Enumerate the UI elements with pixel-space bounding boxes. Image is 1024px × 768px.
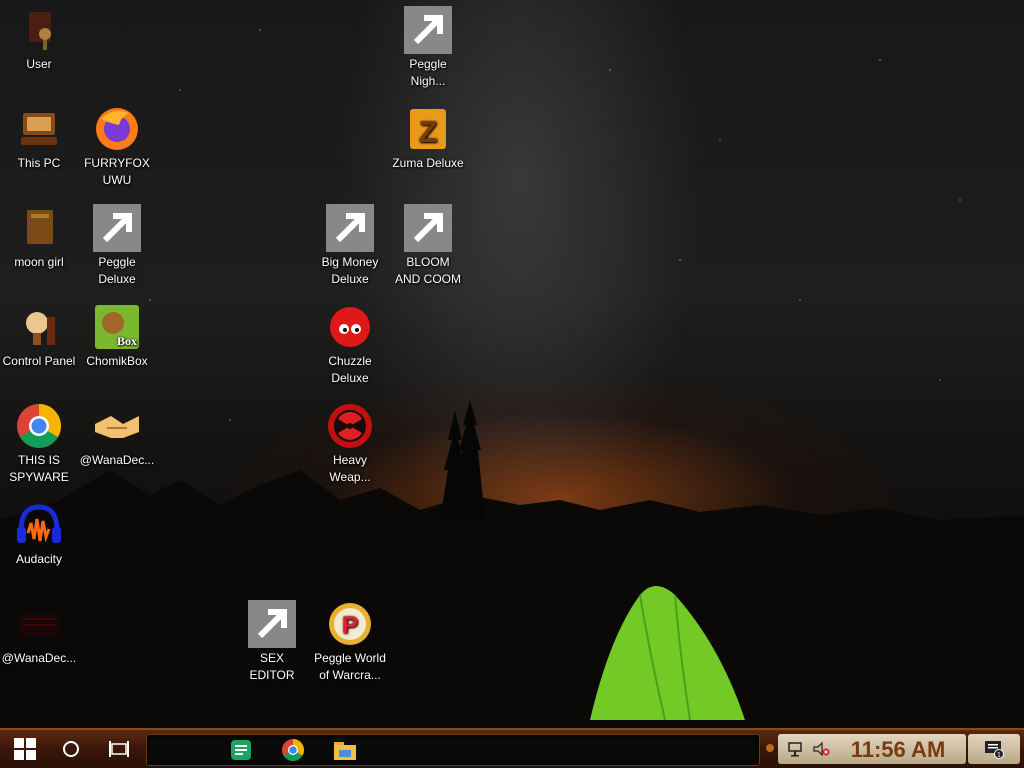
dark-file-icon: [15, 600, 63, 648]
desktop-icon-chomikbox[interactable]: Box ChomikBox: [78, 303, 156, 370]
desktop-icon-moon-girl[interactable]: moon girl: [0, 204, 78, 271]
tray-overflow-dot[interactable]: [766, 744, 774, 752]
taskbar-app-chrome[interactable]: [273, 735, 313, 765]
file-explorer-icon: [334, 742, 356, 760]
desktop-icon-zuma-deluxe[interactable]: Z Zuma Deluxe: [389, 105, 467, 172]
icon-label: BLOOM AND COOM: [395, 255, 461, 286]
desktop-icon-wanadec-1[interactable]: @WanaDec...: [78, 402, 156, 469]
svg-text:P: P: [342, 612, 358, 639]
start-button[interactable]: [2, 730, 48, 768]
icon-label: FURRYFOX UWU: [84, 156, 150, 187]
icon-label: moon girl: [14, 255, 64, 269]
shortcut-arrow-icon: [404, 6, 452, 54]
icon-label: Big Money Deluxe: [321, 255, 379, 286]
chrome-icon: [15, 402, 63, 450]
audacity-icon: [15, 501, 63, 549]
icon-label: @WanaDec...: [79, 453, 155, 467]
action-center-button[interactable]: 1: [968, 734, 1020, 764]
tent-image: [590, 586, 745, 721]
desktop-icon-this-pc[interactable]: This PC: [0, 105, 78, 172]
desktop-icon-peggle-world[interactable]: P Peggle World of Warcra...: [311, 600, 389, 684]
svg-text:Box: Box: [117, 334, 137, 348]
desktop-icon-user[interactable]: User: [0, 6, 78, 73]
desktop-icon-control-panel[interactable]: Control Panel: [0, 303, 78, 370]
desktop-icon-sex-editor[interactable]: HxD SEX EDITOR: [233, 600, 311, 684]
desktop-icon-heavy-weapon[interactable]: Heavy Weap...: [311, 402, 389, 486]
system-tray: 11:56 AM: [778, 734, 966, 764]
taskbar-app-sheets[interactable]: [221, 735, 261, 765]
desktop-icon-furryfox[interactable]: FURRYFOX UWU: [78, 105, 156, 189]
taskbar: 11:56 AM 1: [0, 728, 1024, 768]
desktop-icon-big-money[interactable]: $ Big Money Deluxe: [311, 204, 389, 288]
network-icon[interactable]: [788, 741, 806, 757]
desktop-icon-wanadec-2[interactable]: @WanaDec...: [0, 600, 78, 667]
task-view-button[interactable]: [96, 730, 142, 768]
icon-label: Chuzzle Deluxe: [328, 354, 372, 385]
desktop-icon-peggle-deluxe[interactable]: P Peggle Deluxe: [78, 204, 156, 288]
sheets-icon: [231, 740, 251, 760]
cortana-circle-icon: [63, 741, 79, 757]
control-panel-icon: [15, 303, 63, 351]
search-button[interactable]: [48, 730, 94, 768]
radiation-icon: [326, 402, 374, 450]
icon-label: ChomikBox: [86, 354, 148, 368]
computer-icon: [15, 105, 63, 153]
icon-label: Audacity: [15, 552, 63, 566]
folder-icon: [15, 204, 63, 252]
chomikbox-icon: Box: [93, 303, 141, 351]
svg-text:1: 1: [997, 752, 1001, 759]
hexed-editor-icon: HxD: [248, 600, 296, 648]
money-bag-icon: $: [326, 204, 374, 252]
user-folder-icon: [15, 6, 63, 54]
zuma-icon: Z: [404, 105, 452, 153]
icon-label: This PC: [17, 156, 61, 170]
peggle-nights-icon: P: [404, 6, 452, 54]
flower-icon: [404, 204, 452, 252]
taskbar-apps-area: [146, 734, 760, 766]
icon-label: User: [26, 57, 52, 71]
icon-label: SEX EDITOR: [249, 651, 295, 682]
icon-label: Peggle Deluxe: [98, 255, 136, 286]
desktop-icon-peggle-nights[interactable]: P Peggle Nigh...: [389, 6, 467, 90]
desktop-icon-audacity[interactable]: Audacity: [0, 501, 78, 568]
shortcut-arrow-icon: [326, 204, 374, 252]
desktop-icon-chrome-spyware[interactable]: THIS IS SPYWARE: [0, 402, 78, 486]
icon-label: @WanaDec...: [1, 651, 77, 665]
firefox-icon: [93, 105, 141, 153]
volume-muted-icon[interactable]: [812, 741, 830, 757]
windows-logo-icon: [14, 738, 36, 760]
shortcut-arrow-icon: [404, 204, 452, 252]
chuzzle-icon: [326, 303, 374, 351]
shortcut-arrow-icon: [248, 600, 296, 648]
icon-label: Heavy Weap...: [329, 453, 371, 484]
task-view-icon: [109, 741, 129, 757]
desktop-icon-bloom[interactable]: BLOOM AND COOM: [389, 204, 467, 288]
peggle-icon: P: [93, 204, 141, 252]
notification-icon: 1: [985, 741, 1004, 759]
icon-label: Zuma Deluxe: [392, 156, 464, 170]
svg-text:Z: Z: [419, 116, 437, 149]
clock[interactable]: 11:56 AM: [838, 736, 958, 764]
icon-label: Peggle World of Warcra...: [314, 651, 386, 682]
handshake-icon: [93, 402, 141, 450]
icon-label: Control Panel: [2, 354, 76, 368]
peggle-world-icon: P: [326, 600, 374, 648]
taskbar-app-file-explorer[interactable]: [325, 735, 365, 765]
shortcut-arrow-icon: [93, 204, 141, 252]
icon-label: THIS IS SPYWARE: [9, 453, 69, 484]
chrome-icon: [282, 739, 304, 761]
icon-label: Peggle Nigh...: [409, 57, 447, 88]
desktop-icon-chuzzle[interactable]: Chuzzle Deluxe: [311, 303, 389, 387]
